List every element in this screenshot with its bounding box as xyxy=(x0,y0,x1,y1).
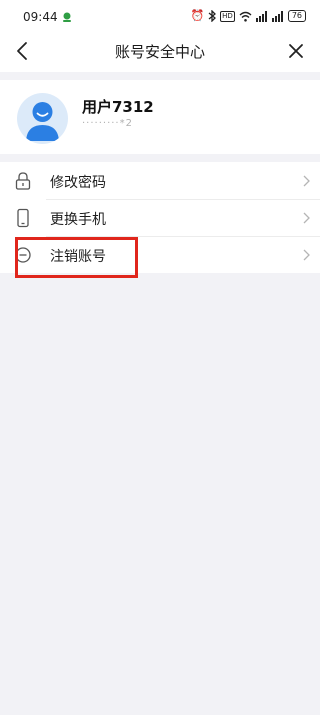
menu-item-label: 更换手机 xyxy=(50,212,106,228)
phone-icon xyxy=(17,208,29,228)
close-icon[interactable] xyxy=(286,41,306,61)
chevron-right-icon xyxy=(303,249,310,261)
bluetooth-icon xyxy=(208,10,217,22)
chevron-right-icon xyxy=(303,212,310,224)
page-title: 账号安全中心 xyxy=(114,43,205,61)
app-notification-icon xyxy=(63,12,71,22)
signal-icon xyxy=(271,10,283,22)
masked-phone-number: ·········*2 xyxy=(82,118,133,129)
annotation-highlight-box xyxy=(15,237,138,278)
avatar xyxy=(17,93,68,144)
status-bar: 09:44 ⏰ HD 76 xyxy=(0,0,320,32)
wifi-icon xyxy=(239,11,252,22)
status-icons: ⏰ HD 76 xyxy=(190,10,306,22)
status-time: 09:44 xyxy=(23,10,58,24)
nav-bar: 账号安全中心 xyxy=(0,32,320,72)
change-password-item[interactable]: 修改密码 xyxy=(0,162,320,199)
username: 用户7312 xyxy=(82,98,154,116)
user-avatar-icon xyxy=(26,102,59,141)
alarm-icon: ⏰ xyxy=(190,9,205,22)
menu-item-label: 修改密码 xyxy=(50,175,106,191)
profile-card: 用户7312 ·········*2 xyxy=(0,80,320,154)
change-phone-item[interactable]: 更换手机 xyxy=(0,199,320,236)
hd-badge: HD xyxy=(220,10,235,22)
chevron-right-icon xyxy=(303,175,310,187)
battery-indicator: 76 xyxy=(287,10,306,22)
signal-icon xyxy=(255,10,267,22)
lock-icon xyxy=(15,172,31,190)
